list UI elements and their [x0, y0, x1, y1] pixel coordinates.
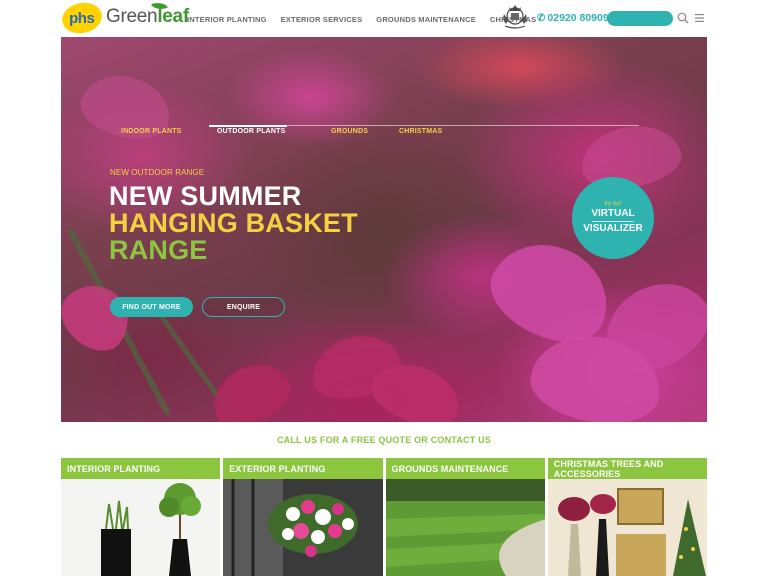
- visualizer-try-text: try our: [604, 201, 622, 207]
- hero-kicker: NEW OUTDOOR RANGE: [110, 168, 205, 177]
- card-title: INTERIOR PLANTING: [61, 458, 221, 479]
- card-exterior-planting[interactable]: EXTERIOR PLANTING: [223, 458, 383, 576]
- hero-tab-grounds[interactable]: GROUNDS: [331, 128, 368, 135]
- interior-plants-image: [61, 479, 221, 576]
- search-icon[interactable]: [677, 12, 689, 24]
- card-christmas[interactable]: CHRISTMAS TREES AND ACCESSORIES: [547, 458, 707, 576]
- hero-tab-active-indicator: [209, 125, 287, 127]
- hero-tab-christmas[interactable]: CHRISTMAS: [399, 128, 442, 135]
- greenleaf-logo-leaf: leaf: [157, 6, 189, 27]
- phs-logo-text: phs: [69, 9, 95, 27]
- hero-tab-outdoor-plants[interactable]: OUTDOOR PLANTS: [217, 128, 286, 135]
- hamburger-menu-icon[interactable]: [695, 14, 704, 22]
- enquire-button[interactable]: ENQUIRE: [202, 297, 285, 317]
- flower-petal: [203, 352, 299, 422]
- find-out-more-button[interactable]: FIND OUT MORE: [110, 297, 193, 317]
- hanging-baskets-image: [223, 479, 383, 576]
- site-header: phs Greenleaf INTERIOR PLANTING EXTERIOR…: [0, 0, 768, 37]
- virtual-visualizer-badge[interactable]: try our VIRTUAL VISUALIZER: [572, 177, 654, 259]
- phone-number[interactable]: ✆ 02920 809098: [537, 12, 615, 24]
- visualizer-divider: [592, 221, 634, 222]
- main-nav: INTERIOR PLANTING EXTERIOR SERVICES GROU…: [187, 15, 550, 24]
- visualizer-line2: VISUALIZER: [583, 223, 643, 234]
- card-title: GROUNDS MAINTENANCE: [385, 458, 545, 479]
- phs-logo[interactable]: phs: [59, 0, 105, 37]
- header-cta-button[interactable]: [607, 11, 673, 26]
- card-title: EXTERIOR PLANTING: [223, 458, 383, 479]
- hero-tab-indoor-plants[interactable]: INDOOR PLANTS: [121, 128, 182, 135]
- flower-petal: [74, 66, 178, 148]
- greenleaf-logo-green: Green: [106, 6, 158, 27]
- nav-exterior-services[interactable]: EXTERIOR SERVICES: [281, 15, 363, 24]
- royal-warrant-crest-icon: [503, 5, 527, 29]
- call-us-link[interactable]: CALL US FOR A FREE QUOTE OR CONTACT US: [0, 435, 768, 445]
- visualizer-line1: VIRTUAL: [591, 208, 635, 219]
- card-grounds-maintenance[interactable]: GROUNDS MAINTENANCE: [385, 458, 545, 576]
- christmas-decor-image: [547, 479, 707, 576]
- hero-title-line3: RANGE: [109, 235, 208, 265]
- greenleaf-logo[interactable]: Greenleaf: [106, 6, 189, 28]
- nav-grounds-maintenance[interactable]: GROUNDS MAINTENANCE: [376, 15, 476, 24]
- nav-interior-planting[interactable]: INTERIOR PLANTING: [187, 15, 267, 24]
- card-interior-planting[interactable]: INTERIOR PLANTING: [61, 458, 221, 576]
- card-title: CHRISTMAS TREES AND ACCESSORIES: [547, 458, 707, 479]
- phone-text: 02920 809098: [547, 12, 615, 24]
- hero-title-line1: NEW SUMMER: [109, 181, 302, 211]
- lawn-image: [385, 479, 545, 576]
- service-cards: INTERIOR PLANTING EXTERIOR PLANTING GROU…: [61, 458, 707, 576]
- phone-icon: ✆: [537, 12, 546, 24]
- hero-title: NEW SUMMER HANGING BASKET RANGE: [109, 183, 358, 264]
- hero-banner: INDOOR PLANTS OUTDOOR PLANTS GROUNDS CHR…: [61, 37, 707, 422]
- hero-title-line2: HANGING BASKET: [109, 208, 358, 238]
